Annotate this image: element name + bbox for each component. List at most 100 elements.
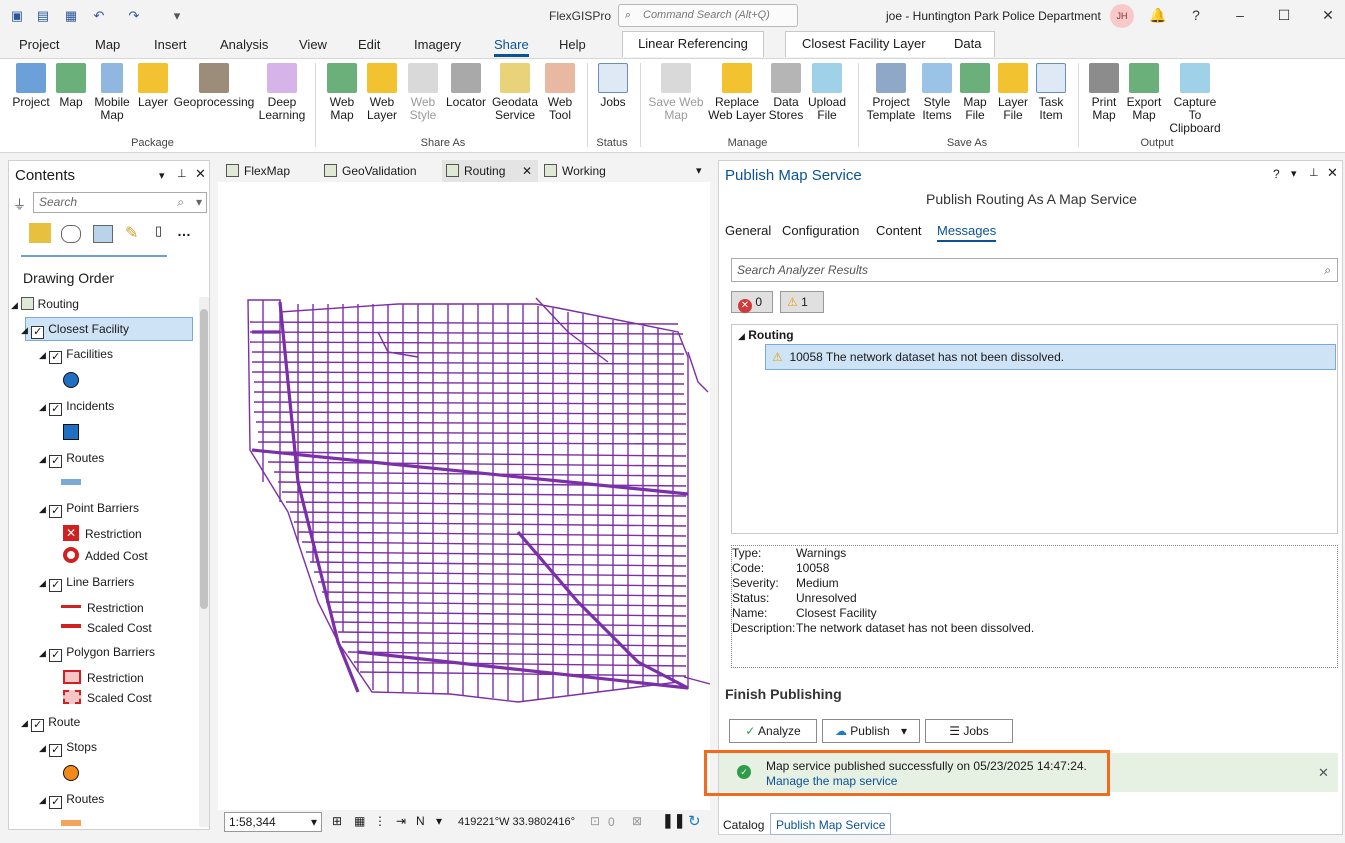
undo-icon[interactable]: ↶ [90,7,108,25]
jobs-button[interactable]: ☰ Jobs [925,719,1013,743]
navigation-icon[interactable]: ⇥ [396,814,406,828]
capture-to-clipboard-button[interactable]: Capture To Clipboard [1166,63,1224,135]
layer-routes[interactable]: ◢ ✓ Routes [39,451,104,468]
redo-icon[interactable]: ↷ [125,7,143,25]
tab-edit[interactable]: Edit [358,37,380,52]
web-map-button[interactable]: Web Map [324,63,360,122]
tab-list-chevron-icon[interactable]: ▾ [696,164,702,177]
print-map-button[interactable]: Print Map [1086,63,1122,122]
style-items-button[interactable]: Style Items [920,63,954,122]
web-layer-button[interactable]: Web Layer [362,63,402,122]
map-node[interactable]: ◢ Routing [11,297,79,311]
data-stores-button[interactable]: Data Stores [768,63,804,122]
scale-selector[interactable]: 1:58,344 ▾ [224,812,322,832]
help-icon[interactable]: ? [1184,4,1208,26]
close-pane-icon[interactable]: ✕ [195,166,206,182]
layer-route[interactable]: ◢ ✓ Route [21,715,80,732]
package-project-button[interactable]: Project [10,63,52,109]
fixed-zoom-icon[interactable]: ⊞ [332,814,342,828]
signed-in-user[interactable]: joe - Huntington Park Police Department [886,9,1101,23]
pause-drawing-icon[interactable]: ❚❚ [662,812,685,829]
package-layer-button[interactable]: Layer [137,63,169,109]
new-project-icon[interactable]: ▣ [8,7,26,25]
list-by-data-source-icon[interactable] [61,225,81,243]
message-group-routing[interactable]: ◢ Routing [738,328,794,342]
layer-file-button[interactable]: Layer File [996,63,1030,122]
save-icon[interactable]: ▦ [62,7,80,25]
tab-geovalidation[interactable]: GeoValidation [320,160,438,182]
maximize-button[interactable]: ☐ [1272,4,1296,26]
message-row[interactable]: ⚠ 10058 The network dataset has not been… [765,344,1336,370]
web-tool-button[interactable]: Web Tool [542,63,578,122]
layer-facilities[interactable]: ◢ ✓ Facilities [39,347,113,364]
tab-analysis[interactable]: Analysis [220,37,268,52]
package-map-button[interactable]: Map [56,63,86,109]
layer-point-barriers[interactable]: ◢ ✓ Point Barriers [39,501,139,518]
pin-icon[interactable]: ⊥ [177,167,187,180]
project-template-button[interactable]: Project Template [866,63,916,122]
replace-web-layer-button[interactable]: Replace Web Layer [708,63,766,122]
customize-quick-access-icon[interactable]: ▾ [168,7,186,25]
notifications-icon[interactable]: 🔔 [1146,4,1170,26]
open-folder-icon[interactable]: ▤ [34,7,52,25]
list-by-selection-icon[interactable] [93,225,113,243]
tab-insert[interactable]: Insert [154,37,187,52]
refresh-icon[interactable]: ↻ [688,812,701,830]
pane-menu-icon[interactable]: ▾ [1291,167,1297,180]
package-mobile-map-button[interactable]: Mobile Map [92,63,132,122]
filter-icon[interactable]: ⏚ [13,194,26,213]
upload-file-button[interactable]: Upload File [806,63,848,122]
tab-closest-facility-layer[interactable]: Closest Facility Layer Data [785,31,995,57]
tab-linear-referencing[interactable]: Linear Referencing [622,31,764,57]
more-options-icon[interactable]: … [177,223,191,239]
pin-icon[interactable]: ⊥ [1309,166,1319,179]
list-by-snapping-icon[interactable]: ▯ [155,223,162,239]
contents-search-input[interactable]: Search ⌕ ▾ [33,192,207,213]
tab-imagery[interactable]: Imagery [414,37,461,52]
north-arrow-icon[interactable]: N [416,814,425,828]
tab-help[interactable]: Help [559,37,586,52]
map-file-button[interactable]: Map File [958,63,992,122]
publish-button[interactable]: ☁ Publish ▾ [822,719,920,743]
locator-button[interactable]: Locator [444,63,488,109]
grid-icon[interactable]: ▦ [354,814,365,828]
tab-map[interactable]: Map [95,37,120,52]
snapping-icon[interactable]: ⋮ [374,814,386,828]
tab-view[interactable]: View [299,37,327,52]
tab-messages[interactable]: Messages [937,223,997,242]
pane-menu-icon[interactable]: ▾ [159,169,165,182]
list-by-editing-icon[interactable]: ✎ [125,223,138,243]
help-icon[interactable]: ? [1273,167,1280,181]
package-geoprocessing-button[interactable]: Geoprocessing [173,63,255,109]
tab-catalog[interactable]: Catalog [723,818,764,832]
minimize-button[interactable]: – [1228,4,1252,26]
command-search-input[interactable]: ⌕ Command Search (Alt+Q) [618,4,798,27]
warnings-filter-button[interactable]: ⚠ 1 [780,291,824,313]
contents-scrollbar[interactable] [199,297,209,827]
analyzer-search-input[interactable]: Search Analyzer Results ⌕ [731,258,1338,282]
geodata-service-button[interactable]: Geodata Service [490,63,540,122]
list-by-drawing-order-icon[interactable] [29,223,51,243]
close-pane-icon[interactable]: ✕ [1327,165,1338,181]
analyze-button[interactable]: ✓ Analyze [729,719,817,743]
export-map-button[interactable]: Export Map [1124,63,1164,122]
tab-configuration[interactable]: Configuration [782,223,859,238]
tab-general[interactable]: General [725,223,771,238]
package-deep-learning-button[interactable]: Deep Learning [258,63,306,122]
tab-content[interactable]: Content [876,223,922,238]
close-window-button[interactable]: ✕ [1316,4,1340,26]
dismiss-toast-icon[interactable]: ✕ [1318,765,1329,781]
layer-incidents[interactable]: ◢ ✓ Incidents [39,399,114,416]
tab-share[interactable]: Share [494,37,529,57]
tab-flexmap[interactable]: FlexMap [222,160,318,182]
map-view[interactable] [218,182,710,810]
chevron-down-icon[interactable]: ▾ [436,814,442,828]
task-item-button[interactable]: Task Item [1034,63,1068,122]
tab-project[interactable]: Project [19,37,59,52]
layer-line-barriers[interactable]: ◢ ✓ Line Barriers [39,575,134,592]
tab-working[interactable]: Working [540,160,636,182]
layer-route-routes[interactable]: ◢ ✓ Routes [39,792,104,809]
jobs-button[interactable]: Jobs [596,63,630,109]
layer-stops[interactable]: ◢ ✓ Stops [39,740,97,757]
layer-closest-facility[interactable]: ◢ ✓ Closest Facility [21,322,129,339]
